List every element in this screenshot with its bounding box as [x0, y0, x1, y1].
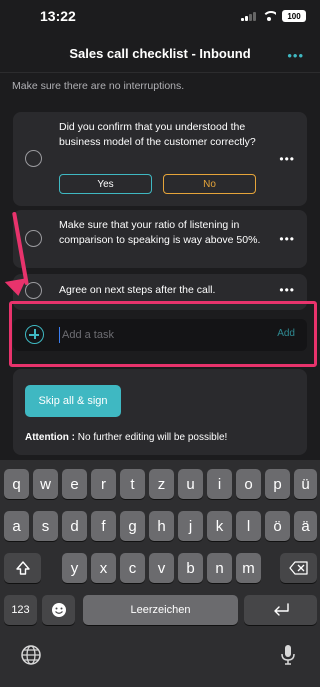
key-t[interactable]: t — [120, 469, 145, 499]
key-u-umlaut[interactable]: ü — [294, 469, 317, 499]
numbers-key[interactable]: 123 — [4, 595, 37, 625]
task-text: Agree on next steps after the call. — [59, 284, 216, 296]
key-c[interactable]: c — [120, 553, 145, 583]
globe-icon[interactable] — [20, 644, 42, 672]
backspace-icon — [288, 561, 308, 575]
cellular-signal-icon — [241, 11, 256, 21]
key-n[interactable]: n — [207, 553, 232, 583]
key-v[interactable]: v — [149, 553, 174, 583]
key-u[interactable]: u — [178, 469, 203, 499]
shift-icon — [15, 561, 30, 575]
task-more-button[interactable]: ••• — [279, 283, 295, 297]
task-card: Make sure that your ratio of listening i… — [13, 210, 307, 268]
status-icons: 100 — [241, 10, 306, 22]
key-x[interactable]: x — [91, 553, 116, 583]
key-q[interactable]: q — [4, 469, 29, 499]
status-time: 13:22 — [40, 8, 76, 24]
checklist-hint: Make sure there are no interruptions. — [12, 80, 185, 92]
key-e[interactable]: e — [62, 469, 87, 499]
no-button[interactable]: No — [163, 174, 256, 194]
navigation-header: Sales call checklist - Inbound ••• — [0, 36, 320, 72]
task-text: Make sure that your ratio of listening i… — [59, 219, 261, 246]
backspace-key[interactable] — [280, 553, 317, 583]
attention-note: Attention : No further editing will be p… — [25, 432, 227, 443]
key-p[interactable]: p — [265, 469, 290, 499]
header-more-button[interactable]: ••• — [287, 48, 304, 63]
task-more-button[interactable]: ••• — [279, 232, 295, 246]
sign-card: Skip all & sign Attention : No further e… — [13, 369, 307, 455]
key-a-umlaut[interactable]: ä — [294, 511, 317, 541]
page-title: Sales call checklist - Inbound — [69, 46, 251, 61]
key-g[interactable]: g — [120, 511, 145, 541]
key-f[interactable]: f — [91, 511, 116, 541]
return-icon — [273, 603, 289, 616]
return-key[interactable] — [244, 595, 317, 625]
task-card: Did you confirm that you understood the … — [13, 112, 307, 206]
key-o[interactable]: o — [236, 469, 261, 499]
task-text: Did you confirm that you understood the … — [59, 121, 256, 148]
key-z[interactable]: z — [149, 469, 174, 499]
key-b[interactable]: b — [178, 553, 203, 583]
key-m[interactable]: m — [236, 553, 261, 583]
keyboard: q w e r t z u i o p ü a s d f g h j k l … — [0, 460, 320, 687]
attention-label: Attention : — [25, 432, 75, 443]
status-bar: 13:22 100 — [0, 0, 320, 36]
key-s[interactable]: s — [33, 511, 58, 541]
task-checkbox[interactable] — [25, 150, 42, 167]
key-y[interactable]: y — [62, 553, 87, 583]
shift-key[interactable] — [4, 553, 41, 583]
key-k[interactable]: k — [207, 511, 232, 541]
key-i[interactable]: i — [207, 469, 232, 499]
task-checkbox[interactable] — [25, 230, 42, 247]
yes-button[interactable]: Yes — [59, 174, 152, 194]
header-divider — [0, 72, 320, 73]
battery-indicator: 100 — [282, 10, 306, 22]
key-l[interactable]: l — [236, 511, 261, 541]
skip-all-sign-button[interactable]: Skip all & sign — [25, 385, 121, 417]
task-more-button[interactable]: ••• — [279, 152, 295, 166]
attention-text: No further editing will be possible! — [77, 432, 228, 443]
key-d[interactable]: d — [62, 511, 87, 541]
key-o-umlaut[interactable]: ö — [265, 511, 290, 541]
key-r[interactable]: r — [91, 469, 116, 499]
key-a[interactable]: a — [4, 511, 29, 541]
emoji-icon — [51, 603, 66, 617]
key-h[interactable]: h — [149, 511, 174, 541]
microphone-icon[interactable] — [280, 644, 296, 672]
highlight-annotation-box — [9, 301, 317, 367]
emoji-key[interactable] — [42, 595, 75, 625]
wifi-icon — [262, 11, 276, 21]
space-key[interactable]: Leerzeichen — [83, 595, 238, 625]
key-w[interactable]: w — [33, 469, 58, 499]
key-j[interactable]: j — [178, 511, 203, 541]
